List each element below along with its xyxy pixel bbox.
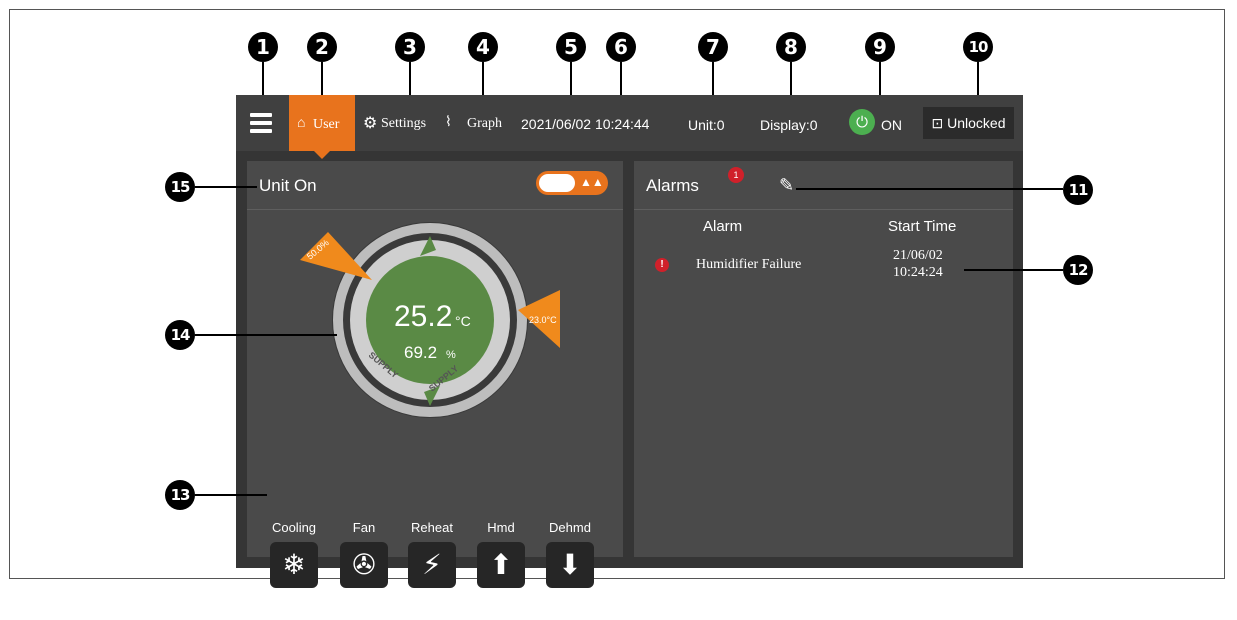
tab-graph[interactable]: Graph: [467, 116, 502, 132]
column-alarm: Alarm: [703, 218, 743, 235]
power-icon[interactable]: ⏻: [849, 109, 875, 135]
callout-15: 15: [165, 172, 195, 202]
snowflake-icon[interactable]: ❄: [270, 542, 318, 588]
function-label-cooling: Cooling: [271, 520, 317, 535]
humidity-value: 69.2: [404, 343, 437, 362]
function-label-hmd: Hmd: [487, 520, 515, 535]
unit-indicator[interactable]: Unit:0: [688, 117, 725, 133]
alarm-count-badge: 1: [728, 167, 744, 183]
alarm-start-time: 21/06/02 10:24:24: [893, 247, 943, 281]
callout-10: 10: [963, 32, 993, 62]
gear-icon: ⚙: [363, 113, 378, 132]
alarm-warning-icon: !: [655, 258, 669, 272]
unit-status-title: Unit On: [259, 176, 317, 195]
temp-setpoint: 23.0°C: [529, 315, 557, 325]
function-label-dehmd: Dehmd: [549, 520, 591, 535]
callout-12: 12: [1063, 255, 1093, 285]
pencil-icon[interactable]: ✎: [779, 175, 794, 196]
function-value-hmd: 0 %: [488, 604, 514, 620]
lightning-icon[interactable]: ⚡: [408, 542, 456, 588]
view-toggle[interactable]: ▲▲: [536, 171, 608, 195]
alarm-row[interactable]: ! Humidifier Failure 21/06/02 10:24:24: [634, 247, 1013, 291]
climate-gauge: 50.0% 23.0°C 25.2 °C 69.2 % SUPPLY SUPPL…: [300, 222, 560, 418]
alarms-panel-header: Alarms 1 ✎: [634, 161, 1013, 210]
display-indicator[interactable]: Display:0: [760, 117, 818, 133]
unlock-icon: ⊡: [931, 115, 948, 131]
callout-8: 8: [776, 32, 806, 62]
callout-2: 2: [307, 32, 337, 62]
function-value-fan: 89 %: [348, 604, 380, 620]
callout-6: 6: [606, 32, 636, 62]
tab-user[interactable]: ⌂ User: [289, 95, 355, 159]
callout-13: 13: [165, 480, 195, 510]
function-value-dehmd: 0 %: [557, 604, 583, 620]
humidify-icon[interactable]: ⬆: [477, 542, 525, 588]
function-value-cooling: 100 %: [274, 604, 314, 620]
callout-line-15: [195, 186, 257, 188]
callout-line-11: [796, 188, 1063, 190]
fan-icon[interactable]: ✇: [340, 542, 388, 588]
dehumidify-icon[interactable]: ⬇: [546, 542, 594, 588]
alarm-name: Humidifier Failure: [696, 257, 802, 272]
callout-9: 9: [865, 32, 895, 62]
callout-line-14: [195, 334, 337, 336]
humidity-unit: %: [446, 349, 456, 361]
function-label-reheat: Reheat: [411, 520, 453, 535]
unit-panel-header: Unit On ▲▲: [247, 161, 623, 210]
alarm-date: 21/06/02: [893, 248, 943, 263]
callout-14: 14: [165, 320, 195, 350]
temperature-value: 25.2: [394, 300, 452, 333]
datetime: 2021/06/02 10:24:44: [521, 116, 650, 132]
alarm-clock: 10:24:24: [893, 265, 943, 280]
tab-user-label: User: [313, 117, 340, 132]
callout-1: 1: [248, 32, 278, 62]
graph-icon: ⌇: [445, 114, 452, 130]
home-icon: ⌂: [297, 116, 306, 131]
column-start-time: Start Time: [888, 218, 957, 235]
function-label-fan: Fan: [352, 520, 376, 535]
callout-3: 3: [395, 32, 425, 62]
callout-7: 7: [698, 32, 728, 62]
alarms-panel: Alarms 1 ✎ Alarm Start Time ! Humidifier…: [634, 161, 1013, 557]
toggle-knob: [539, 174, 575, 192]
callout-5: 5: [556, 32, 586, 62]
hamburger-menu-icon[interactable]: [250, 113, 274, 133]
alarms-title: Alarms: [646, 176, 699, 195]
image-icon: ▲▲: [580, 175, 604, 189]
callout-line-13: [195, 494, 267, 496]
tab-settings[interactable]: Settings: [381, 116, 426, 132]
lock-button[interactable]: ⊡ Unlocked: [923, 107, 1014, 139]
function-value-reheat: 0 %: [419, 604, 445, 620]
power-status: ON: [881, 117, 902, 133]
callout-line-12: [964, 269, 1063, 271]
top-bar: ⌂ User ⚙ Settings ⌇ Graph 2021/06/02 10:…: [236, 95, 1023, 159]
callout-4: 4: [468, 32, 498, 62]
callout-11: 11: [1063, 175, 1093, 205]
lock-label: Unlocked: [947, 115, 1006, 131]
temperature-unit: °C: [455, 313, 471, 329]
